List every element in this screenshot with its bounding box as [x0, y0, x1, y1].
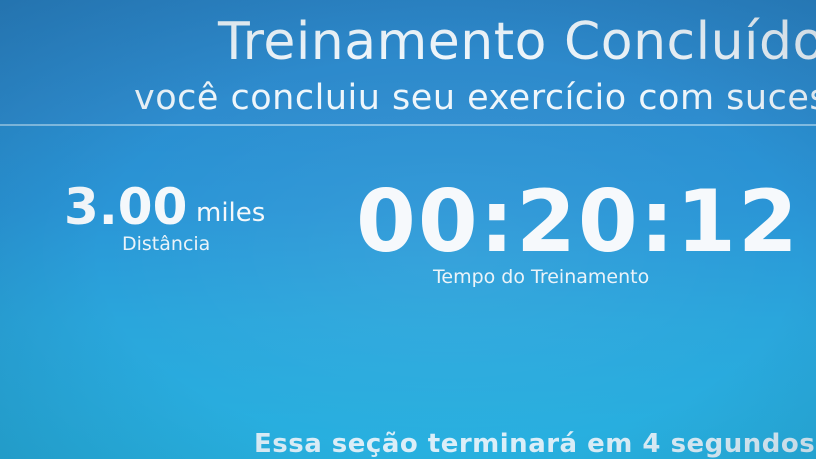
header-divider [0, 124, 816, 126]
header-banner: Treinamento Concluído você concluiu seu … [0, 0, 816, 124]
workout-time-label: Tempo do Treinamento [433, 266, 650, 288]
distance-label: Distância [122, 233, 211, 255]
distance-value: 3.00 [64, 178, 188, 236]
session-ending-message: Essa seção terminará em 4 segundos. [254, 429, 816, 459]
workout-complete-screen: Treinamento Concluído você concluiu seu … [0, 0, 816, 459]
workout-time-value: 00:20:12 [356, 172, 800, 272]
page-title: Treinamento Concluído [218, 12, 816, 72]
distance-unit: miles [196, 198, 266, 228]
page-subtitle: você concluiu seu exercício com sucesso [134, 78, 816, 118]
